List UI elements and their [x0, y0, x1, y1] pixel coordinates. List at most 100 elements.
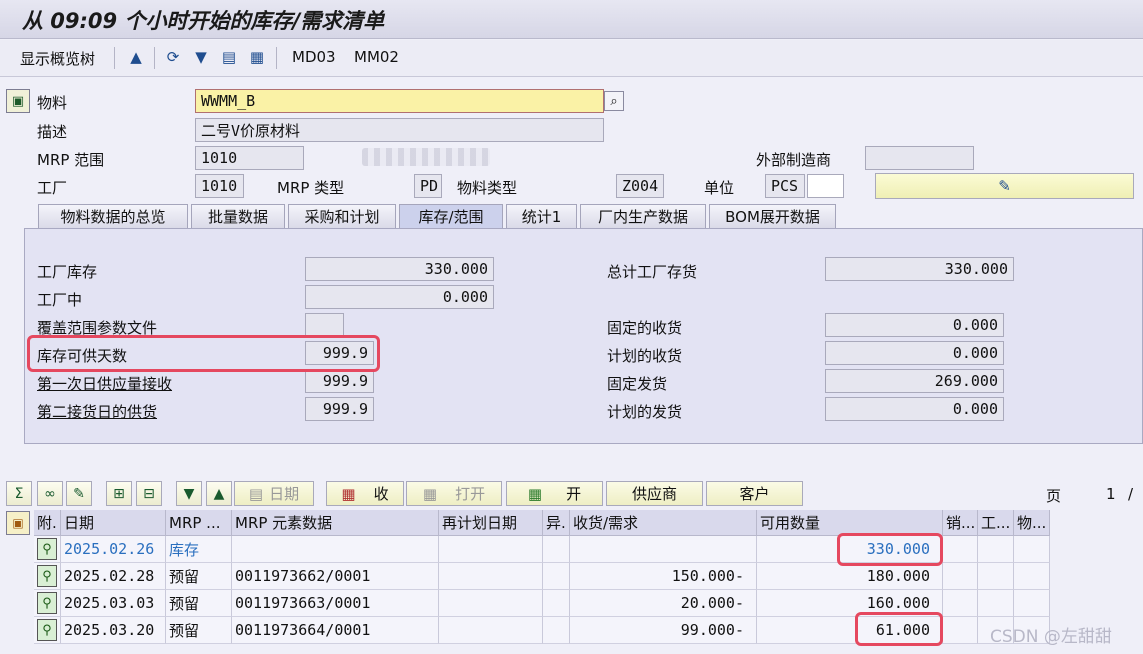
mrp-type-label: MRP 类型	[277, 179, 345, 197]
filter-icon[interactable]: ▼	[190, 46, 212, 68]
table-cell-element	[232, 536, 439, 563]
mrp-area-field: 1010	[195, 146, 304, 170]
in-plant-label: 工厂中	[37, 291, 83, 309]
table-cell-exception	[543, 563, 570, 590]
table-cell-exception	[543, 590, 570, 617]
unit-field: PCS	[765, 174, 805, 198]
planned-receipts-label: 计划的收货	[607, 347, 683, 365]
tab-stock-coverage[interactable]: 库存/范围	[399, 204, 503, 228]
second-receipt-days-label[interactable]: 第二接货日的供货	[37, 401, 157, 422]
col-header-exception[interactable]: 异.	[543, 510, 570, 536]
zoom-icon[interactable]: ⚲	[37, 565, 57, 587]
save-variant-icon[interactable]: ▤	[218, 46, 240, 68]
table-row-details[interactable]: ⚲	[34, 536, 61, 563]
tab-lot-size[interactable]: 批量数据	[191, 204, 285, 228]
col-header-receipt-requirement[interactable]: 收货/需求	[570, 510, 757, 536]
tab-material-overview[interactable]: 物料数据的总览	[38, 204, 188, 228]
expand-tree-icon[interactable]: ⊞	[106, 481, 132, 506]
col-header-work[interactable]: 工...	[978, 510, 1014, 536]
watermark: CSDN @左甜甜	[990, 627, 1112, 647]
col-header-attachment[interactable]: 附.	[34, 510, 61, 536]
table-cell-reschedule	[439, 617, 543, 644]
table-cell-sales	[943, 536, 978, 563]
table-cell-receipt: 20.000-	[570, 590, 757, 617]
toolbar-separator	[276, 47, 277, 69]
table-row-details[interactable]: ⚲	[34, 590, 61, 617]
zoom-icon[interactable]: ⚲	[37, 619, 57, 641]
edit-material-button[interactable]: ✎	[875, 173, 1134, 199]
external-vendor-label: 外部制造商	[756, 151, 832, 169]
plant-label: 工厂	[37, 179, 68, 197]
table-row-details[interactable]: ⚲	[34, 563, 61, 590]
pencil-icon[interactable]: ✎	[66, 481, 92, 506]
mrp-type-field: PD	[414, 174, 442, 198]
table-cell-receipt: 150.000-	[570, 563, 757, 590]
col-header-material[interactable]: 物...	[1014, 510, 1050, 536]
first-receipt-days-label[interactable]: 第一次日供应量接收	[37, 373, 172, 394]
receipts-button[interactable]: ▦ 收	[326, 481, 404, 506]
unit-label: 单位	[704, 179, 735, 197]
zoom-icon[interactable]: ⚲	[37, 538, 57, 560]
sort-descending-icon[interactable]: ▼	[176, 481, 202, 506]
table-cell-work	[978, 563, 1014, 590]
export-icon[interactable]: ▦	[246, 46, 268, 68]
table-cell-reschedule	[439, 536, 543, 563]
col-header-date[interactable]: 日期	[61, 510, 166, 536]
unit-extra-field	[807, 174, 844, 198]
tab-in-house-production[interactable]: 厂内生产数据	[580, 204, 706, 228]
col-header-mrp-element-data[interactable]: MRP 元素数据	[232, 510, 439, 536]
tab-bom-explosion[interactable]: BOM展开数据	[709, 204, 836, 228]
supplier-button[interactable]: 供应商	[606, 481, 703, 506]
table-row-details[interactable]: ⚲	[34, 617, 61, 644]
tab-statistics[interactable]: 统计1	[506, 204, 577, 228]
layout-settings-icon[interactable]: ▣	[6, 511, 30, 535]
table-cell-element: 0011973662/0001	[232, 563, 439, 590]
material-type-field: Z004	[616, 174, 664, 198]
md03-button[interactable]: MD03	[292, 48, 336, 66]
plant-stock-field: 330.000	[305, 257, 494, 281]
table-cell-mrp: 预留	[166, 590, 232, 617]
col-header-mrp-element[interactable]: MRP ...	[166, 510, 232, 536]
material-select-icon[interactable]: ▣	[6, 89, 30, 113]
table-cell-receipt: 99.000-	[570, 617, 757, 644]
table-cell-material	[1014, 590, 1050, 617]
table-cell-work	[978, 536, 1014, 563]
material-type-label: 物料类型	[457, 179, 518, 197]
description-field: 二号V价原材料	[195, 118, 604, 142]
col-header-reschedule-date[interactable]: 再计划日期	[439, 510, 543, 536]
calendar-icon: ▦	[422, 484, 438, 503]
tab-procurement[interactable]: 采购和计划	[288, 204, 396, 228]
calendar-icon: ▦	[341, 484, 356, 503]
refresh-icon[interactable]: ⟳	[162, 46, 184, 68]
glasses-icon[interactable]: ∞	[37, 481, 63, 506]
open-order-button[interactable]: ▦ 开	[506, 481, 603, 506]
sort-ascending-icon[interactable]: ▲	[206, 481, 232, 506]
material-input[interactable]: WWMM_B	[195, 89, 604, 113]
table-cell-sales	[943, 617, 978, 644]
date-icon: ▤	[248, 484, 264, 503]
plant-stock-label: 工厂库存	[37, 263, 98, 281]
table-cell-exception	[543, 536, 570, 563]
customer-button[interactable]: 客户	[706, 481, 803, 506]
plant-field: 1010	[195, 174, 244, 198]
table-cell-date: 2025.02.28	[61, 563, 166, 590]
collapse-tree-icon[interactable]: ⊟	[136, 481, 162, 506]
show-overview-tree-button[interactable]: 显示概览树	[20, 48, 95, 69]
sum-icon[interactable]: Σ	[6, 481, 32, 506]
table-cell-mrp: 预留	[166, 563, 232, 590]
zoom-icon[interactable]: ⚲	[37, 592, 57, 614]
search-icon[interactable]: ⌕	[604, 91, 624, 111]
open-button[interactable]: ▦ 打开	[406, 481, 502, 506]
col-header-sales[interactable]: 销...	[943, 510, 978, 536]
table-cell-date: 2025.02.26	[61, 536, 166, 563]
table-cell-element: 0011973663/0001	[232, 590, 439, 617]
coverage-profile-field	[305, 313, 344, 337]
table-cell-material	[1014, 536, 1050, 563]
date-button[interactable]: ▤ 日期	[234, 481, 314, 506]
description-label: 描述	[37, 123, 68, 141]
pencil-icon: ✎	[998, 177, 1011, 195]
table-cell-mrp: 预留	[166, 617, 232, 644]
mm02-button[interactable]: MM02	[354, 48, 399, 66]
overview-icon[interactable]: ▲	[125, 46, 147, 68]
calendar-icon: ▦	[527, 484, 543, 503]
